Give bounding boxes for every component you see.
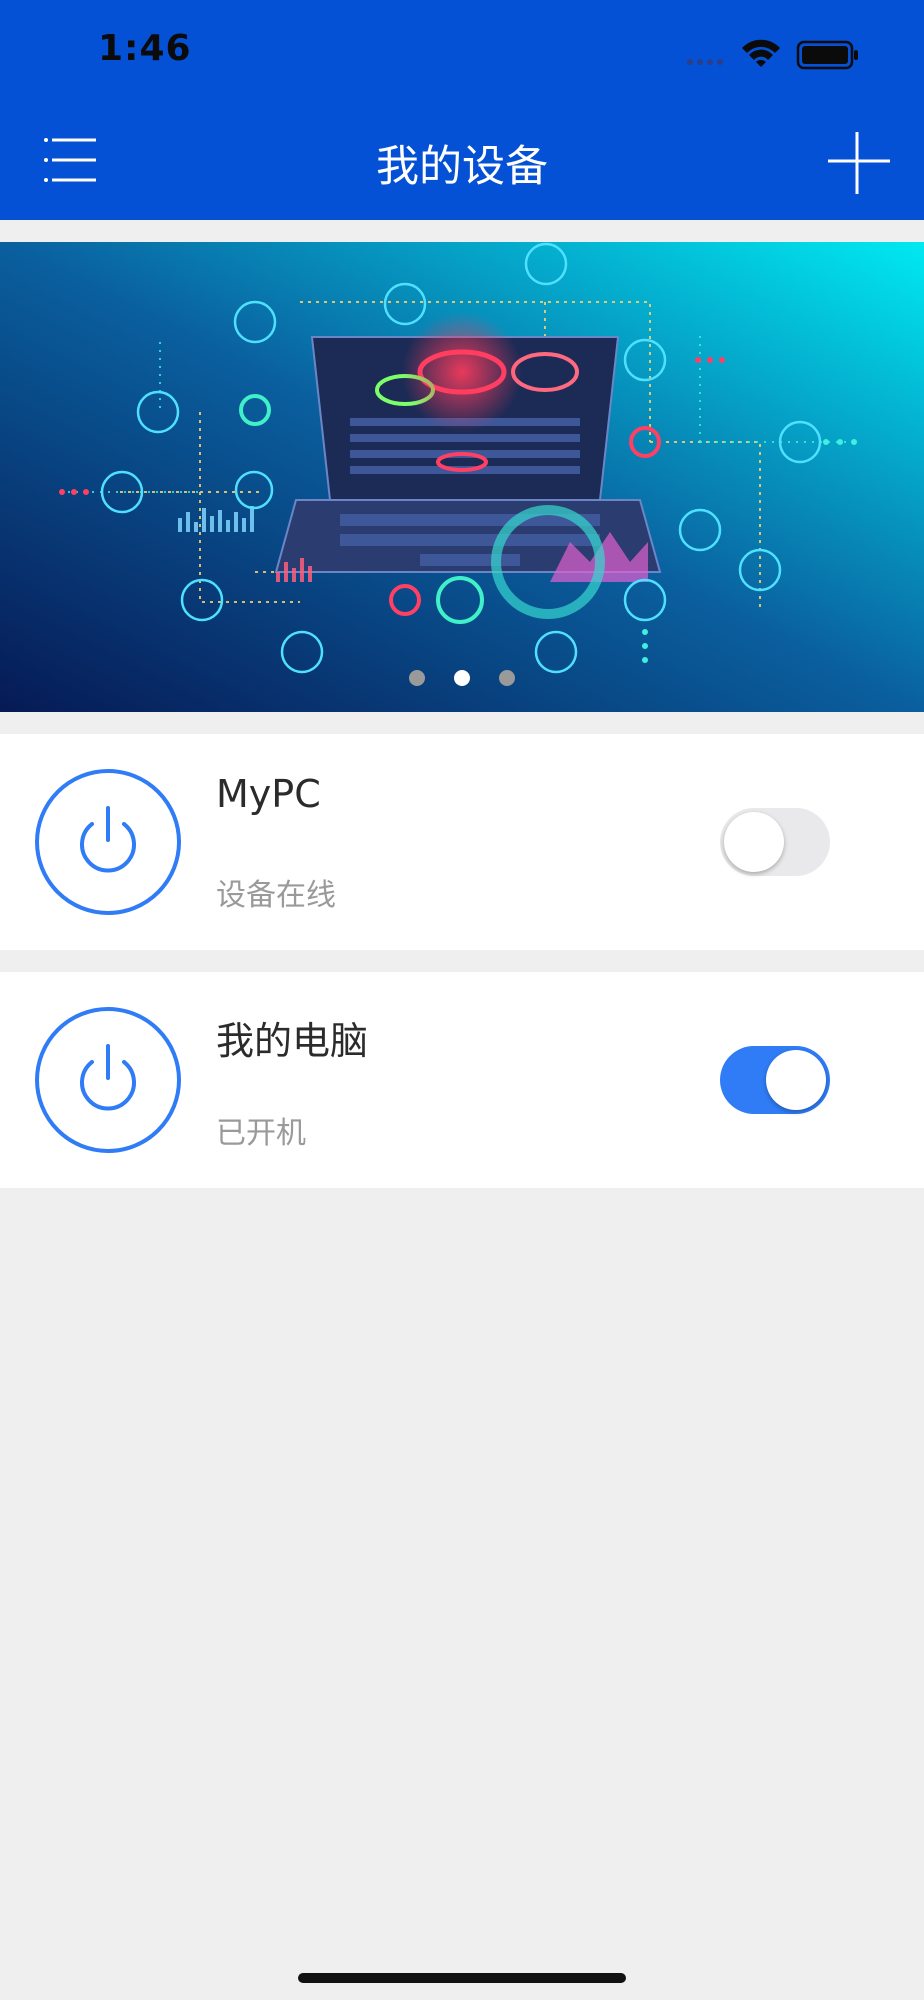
toggle-knob: [766, 1050, 826, 1110]
banner-carousel[interactable]: [0, 242, 924, 712]
top-bar: 1:46 我的设备: [0, 0, 924, 220]
toggle-knob: [724, 812, 784, 872]
laptop-illustration: [274, 312, 662, 573]
add-device-button[interactable]: [822, 128, 892, 198]
carousel-dot[interactable]: [408, 670, 425, 686]
status-time: 1:46: [98, 28, 192, 69]
carousel-dots[interactable]: [0, 670, 924, 690]
power-icon: [80, 1044, 136, 1111]
device-name: 我的电脑: [216, 1019, 369, 1063]
battery-icon: [796, 40, 858, 70]
home-indicator: [298, 1973, 626, 1983]
device-status: 设备在线: [216, 878, 336, 913]
carousel-dot[interactable]: [499, 670, 516, 686]
device-toggle[interactable]: [720, 1046, 830, 1114]
carousel-dot-active[interactable]: [454, 670, 470, 686]
power-icon: [80, 806, 136, 873]
device-card[interactable]: 我的电脑 已开机: [0, 972, 924, 1188]
device-status: 已开机: [216, 1116, 306, 1151]
device-toggle[interactable]: [720, 808, 830, 876]
banner-image: [0, 242, 924, 712]
power-button[interactable]: [34, 768, 182, 916]
wifi-icon: [742, 39, 780, 67]
device-card[interactable]: MyPC 设备在线: [0, 734, 924, 950]
page-title: 我的设备: [376, 142, 548, 192]
power-button[interactable]: [34, 1006, 182, 1154]
plus-icon: [828, 132, 890, 194]
device-name: MyPC: [216, 772, 321, 816]
status-icons: [687, 39, 858, 70]
cellular-signal-icon: [687, 59, 723, 65]
